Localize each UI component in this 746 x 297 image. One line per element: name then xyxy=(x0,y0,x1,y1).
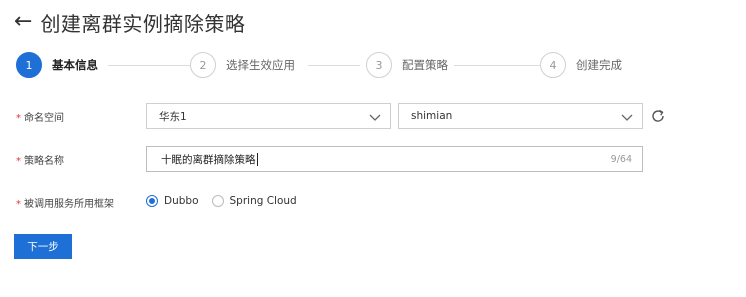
policy-name-label-text: 策略名称 xyxy=(24,155,64,167)
step-connector xyxy=(308,65,360,66)
step-label: 配置策略 xyxy=(402,58,448,72)
arrow-left-icon[interactable]: ← xyxy=(14,11,32,33)
text-caret xyxy=(256,152,258,166)
step-complete: 4 创建完成 xyxy=(540,52,622,78)
step-number: 2 xyxy=(190,52,216,78)
step-basic-info: 1 基本信息 xyxy=(16,52,98,78)
framework-row: * 被调用服务所用框架 xyxy=(16,195,146,210)
policy-name-input[interactable]: 十眠的离群摘除策略 9/64 xyxy=(146,146,643,172)
char-counter: 9/64 xyxy=(610,154,632,165)
framework-label: * 被调用服务所用框架 xyxy=(16,195,146,210)
required-mark: * xyxy=(16,112,21,124)
step-number: 1 xyxy=(16,52,42,78)
radio-dubbo-label[interactable]: Dubbo xyxy=(164,195,199,207)
framework-label-text: 被调用服务所用框架 xyxy=(24,198,114,210)
step-number: 3 xyxy=(366,52,392,78)
namespace-select-value: shimian xyxy=(411,110,453,122)
step-indicator: 1 基本信息 2 选择生效应用 3 配置策略 4 创建完成 xyxy=(16,52,656,78)
required-mark: * xyxy=(16,155,21,167)
policy-name-row: * 策略名称 xyxy=(16,152,146,167)
step-label: 基本信息 xyxy=(52,58,98,72)
namespace-select[interactable]: shimian xyxy=(398,103,643,129)
radio-spring-cloud[interactable] xyxy=(211,195,224,207)
namespace-label-text: 命名空间 xyxy=(24,112,64,124)
chevron-down-icon xyxy=(621,114,633,121)
next-step-button[interactable]: 下一步 xyxy=(14,234,72,259)
namespace-label: * 命名空间 xyxy=(16,109,146,124)
step-label: 选择生效应用 xyxy=(226,58,295,72)
required-mark: * xyxy=(16,198,21,210)
region-select-value: 华东1 xyxy=(159,110,187,123)
region-select[interactable]: 华东1 xyxy=(146,103,391,129)
step-connector xyxy=(454,65,540,66)
step-select-app: 2 选择生效应用 xyxy=(190,52,295,78)
step-connector xyxy=(108,65,192,66)
step-configure-policy: 3 配置策略 xyxy=(366,52,448,78)
step-number: 4 xyxy=(540,52,566,78)
page-title: 创建离群实例摘除策略 xyxy=(40,11,246,36)
chevron-down-icon xyxy=(369,114,381,121)
namespace-row: * 命名空间 xyxy=(16,109,146,124)
radio-spring-cloud-label[interactable]: Spring Cloud xyxy=(230,195,297,207)
refresh-icon[interactable] xyxy=(650,108,666,124)
framework-radio-group: Dubbo Spring Cloud xyxy=(146,195,310,207)
policy-name-value: 十眠的离群摘除策略 xyxy=(161,153,256,166)
policy-name-label: * 策略名称 xyxy=(16,152,146,167)
page-header: ← 创建离群实例摘除策略 xyxy=(14,7,245,37)
radio-dubbo[interactable] xyxy=(146,195,158,207)
step-label: 创建完成 xyxy=(576,58,622,72)
